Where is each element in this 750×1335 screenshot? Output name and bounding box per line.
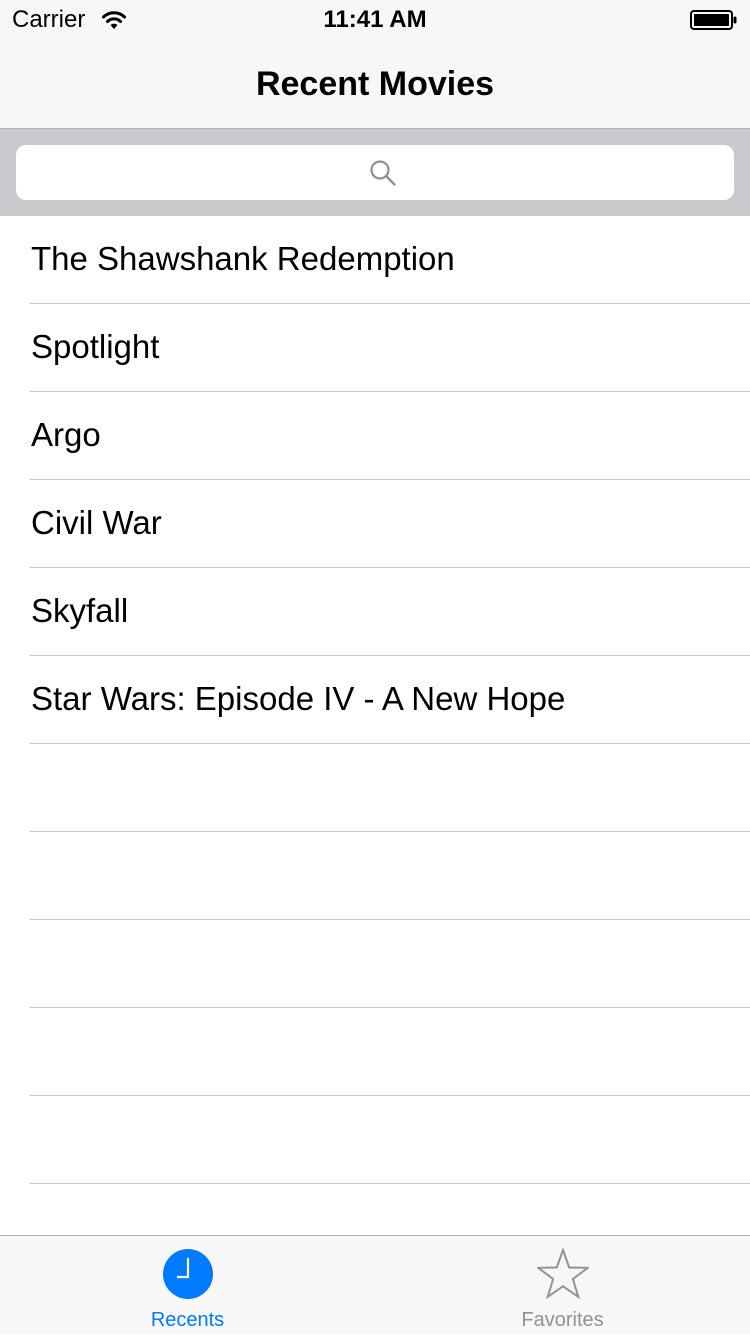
navigation-bar: Recent Movies (0, 40, 750, 128)
search-bar (0, 128, 750, 216)
movie-title: Civil War (31, 504, 162, 541)
movie-title: The Shawshank Redemption (31, 240, 455, 277)
tab-bar: Recents Favorites (0, 1235, 750, 1334)
movie-title: Spotlight (31, 328, 160, 365)
movie-title: Skyfall (31, 592, 129, 629)
status-bar: Carrier 11:41 AM (0, 0, 750, 40)
list-item[interactable]: Spotlight (0, 304, 750, 392)
movie-list: The Shawshank Redemption Spotlight Argo … (0, 216, 750, 1234)
empty-row (0, 1184, 750, 1234)
list-item[interactable]: Skyfall (0, 568, 750, 656)
empty-row (0, 1008, 750, 1096)
tab-label: Recents (150, 1309, 225, 1331)
list-item[interactable]: The Shawshank Redemption (0, 216, 750, 304)
list-item[interactable]: Argo (0, 392, 750, 480)
movie-title: Argo (31, 416, 101, 453)
clock-icon (162, 1248, 214, 1300)
tab-recents[interactable]: Recents (0, 1236, 375, 1335)
empty-row (0, 744, 750, 832)
search-icon (369, 159, 397, 187)
list-item[interactable]: Civil War (0, 480, 750, 568)
empty-row (0, 920, 750, 1008)
tab-favorites[interactable]: Favorites (375, 1236, 750, 1335)
list-item[interactable]: Star Wars: Episode IV - A New Hope (0, 656, 750, 744)
empty-row (0, 832, 750, 920)
page-title: Recent Movies (255, 65, 495, 103)
star-icon (535, 1247, 591, 1300)
empty-row (0, 1096, 750, 1184)
clock-time: 11:41 AM (323, 6, 427, 33)
tab-label: Favorites (521, 1309, 604, 1331)
battery-icon (690, 10, 738, 30)
movie-title: Star Wars: Episode IV - A New Hope (31, 680, 566, 717)
search-input[interactable] (16, 145, 734, 200)
